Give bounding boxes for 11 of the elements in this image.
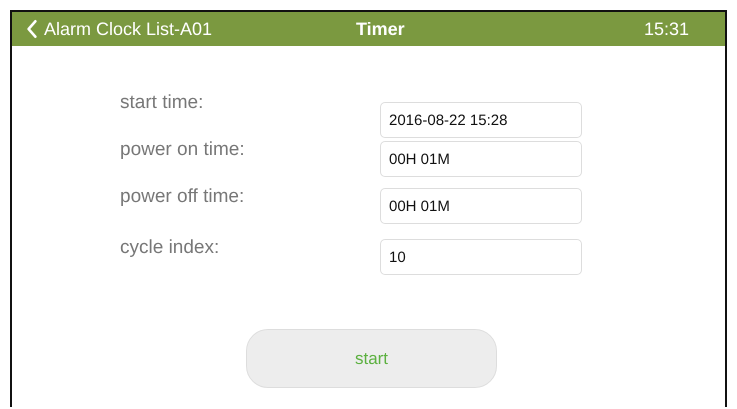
screen-title: Timer [356, 18, 405, 40]
clock-time: 15:31 [644, 18, 689, 40]
input-field[interactable]: 00H 01M [380, 141, 582, 177]
field-label: power on time: [120, 139, 246, 161]
input-field[interactable]: 2016-08-22 15:28 [380, 102, 582, 138]
input-field[interactable]: 10 [380, 239, 582, 275]
field-label: cycle index: [120, 237, 220, 259]
field-label: power off time: [120, 186, 246, 208]
field-label: start time: [120, 92, 204, 114]
chevron-left-icon [26, 19, 38, 39]
input-field[interactable]: 00H 01M [380, 188, 582, 224]
